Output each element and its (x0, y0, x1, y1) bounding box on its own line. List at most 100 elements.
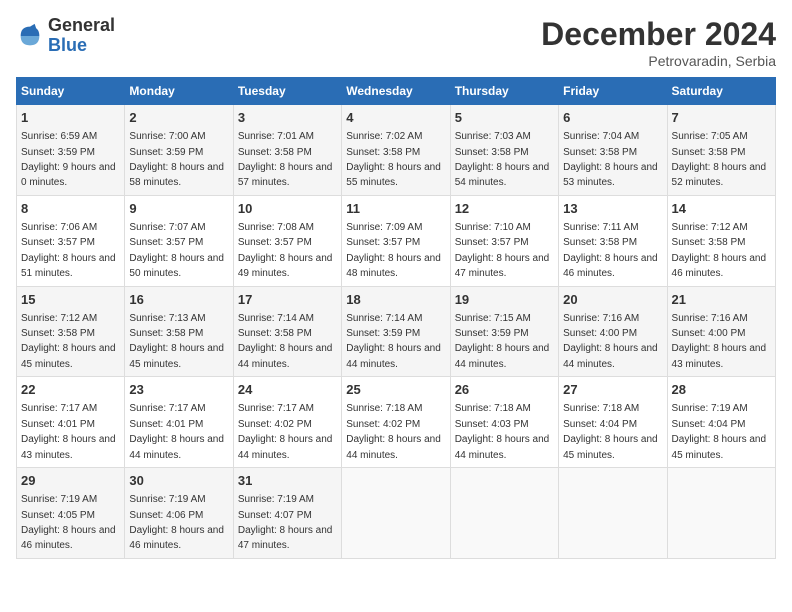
day-cell: 27 Sunrise: 7:18 AMSunset: 4:04 PMDaylig… (559, 377, 667, 468)
day-number: 14 (672, 200, 771, 218)
week-row-2: 8 Sunrise: 7:06 AMSunset: 3:57 PMDayligh… (17, 195, 776, 286)
day-number: 5 (455, 109, 554, 127)
day-cell: 12 Sunrise: 7:10 AMSunset: 3:57 PMDaylig… (450, 195, 558, 286)
day-info: Sunrise: 7:19 AMSunset: 4:05 PMDaylight:… (21, 494, 116, 551)
day-number: 12 (455, 200, 554, 218)
main-title: December 2024 (541, 16, 776, 53)
header-thursday: Thursday (450, 78, 558, 105)
day-number: 30 (129, 472, 228, 490)
day-cell: 8 Sunrise: 7:06 AMSunset: 3:57 PMDayligh… (17, 195, 125, 286)
day-cell (667, 468, 775, 559)
day-number: 20 (563, 291, 662, 309)
day-number: 10 (238, 200, 337, 218)
day-info: Sunrise: 7:02 AMSunset: 3:58 PMDaylight:… (346, 131, 441, 188)
day-cell: 19 Sunrise: 7:15 AMSunset: 3:59 PMDaylig… (450, 286, 558, 377)
logo: General Blue (16, 16, 115, 56)
day-cell (450, 468, 558, 559)
day-number: 8 (21, 200, 120, 218)
day-info: Sunrise: 7:15 AMSunset: 3:59 PMDaylight:… (455, 313, 550, 370)
day-cell: 10 Sunrise: 7:08 AMSunset: 3:57 PMDaylig… (233, 195, 341, 286)
day-info: Sunrise: 7:05 AMSunset: 3:58 PMDaylight:… (672, 131, 767, 188)
day-info: Sunrise: 7:03 AMSunset: 3:58 PMDaylight:… (455, 131, 550, 188)
day-number: 7 (672, 109, 771, 127)
day-number: 29 (21, 472, 120, 490)
day-info: Sunrise: 7:18 AMSunset: 4:04 PMDaylight:… (563, 403, 658, 460)
day-info: Sunrise: 6:59 AMSunset: 3:59 PMDaylight:… (21, 131, 116, 188)
day-number: 19 (455, 291, 554, 309)
header-monday: Monday (125, 78, 233, 105)
calendar-table: SundayMondayTuesdayWednesdayThursdayFrid… (16, 77, 776, 559)
day-info: Sunrise: 7:04 AMSunset: 3:58 PMDaylight:… (563, 131, 658, 188)
day-cell: 13 Sunrise: 7:11 AMSunset: 3:58 PMDaylig… (559, 195, 667, 286)
day-info: Sunrise: 7:17 AMSunset: 4:01 PMDaylight:… (129, 403, 224, 460)
day-info: Sunrise: 7:16 AMSunset: 4:00 PMDaylight:… (672, 313, 767, 370)
day-number: 15 (21, 291, 120, 309)
day-cell: 18 Sunrise: 7:14 AMSunset: 3:59 PMDaylig… (342, 286, 450, 377)
day-cell: 11 Sunrise: 7:09 AMSunset: 3:57 PMDaylig… (342, 195, 450, 286)
header-row: SundayMondayTuesdayWednesdayThursdayFrid… (17, 78, 776, 105)
day-info: Sunrise: 7:17 AMSunset: 4:02 PMDaylight:… (238, 403, 333, 460)
day-cell (559, 468, 667, 559)
day-number: 3 (238, 109, 337, 127)
header-saturday: Saturday (667, 78, 775, 105)
day-cell: 31 Sunrise: 7:19 AMSunset: 4:07 PMDaylig… (233, 468, 341, 559)
day-info: Sunrise: 7:12 AMSunset: 3:58 PMDaylight:… (672, 222, 767, 279)
day-cell: 15 Sunrise: 7:12 AMSunset: 3:58 PMDaylig… (17, 286, 125, 377)
day-info: Sunrise: 7:19 AMSunset: 4:04 PMDaylight:… (672, 403, 767, 460)
logo-blue: Blue (48, 36, 115, 56)
day-cell: 29 Sunrise: 7:19 AMSunset: 4:05 PMDaylig… (17, 468, 125, 559)
day-cell: 2 Sunrise: 7:00 AMSunset: 3:59 PMDayligh… (125, 105, 233, 196)
day-number: 11 (346, 200, 445, 218)
header-sunday: Sunday (17, 78, 125, 105)
day-cell: 17 Sunrise: 7:14 AMSunset: 3:58 PMDaylig… (233, 286, 341, 377)
day-cell: 24 Sunrise: 7:17 AMSunset: 4:02 PMDaylig… (233, 377, 341, 468)
day-number: 23 (129, 381, 228, 399)
day-number: 18 (346, 291, 445, 309)
day-info: Sunrise: 7:13 AMSunset: 3:58 PMDaylight:… (129, 313, 224, 370)
day-info: Sunrise: 7:19 AMSunset: 4:07 PMDaylight:… (238, 494, 333, 551)
week-row-4: 22 Sunrise: 7:17 AMSunset: 4:01 PMDaylig… (17, 377, 776, 468)
day-number: 27 (563, 381, 662, 399)
day-cell: 16 Sunrise: 7:13 AMSunset: 3:58 PMDaylig… (125, 286, 233, 377)
day-cell: 30 Sunrise: 7:19 AMSunset: 4:06 PMDaylig… (125, 468, 233, 559)
day-info: Sunrise: 7:18 AMSunset: 4:02 PMDaylight:… (346, 403, 441, 460)
day-info: Sunrise: 7:07 AMSunset: 3:57 PMDaylight:… (129, 222, 224, 279)
day-cell: 23 Sunrise: 7:17 AMSunset: 4:01 PMDaylig… (125, 377, 233, 468)
day-number: 1 (21, 109, 120, 127)
day-number: 31 (238, 472, 337, 490)
day-number: 2 (129, 109, 228, 127)
day-cell: 7 Sunrise: 7:05 AMSunset: 3:58 PMDayligh… (667, 105, 775, 196)
header-friday: Friday (559, 78, 667, 105)
day-info: Sunrise: 7:17 AMSunset: 4:01 PMDaylight:… (21, 403, 116, 460)
day-cell: 28 Sunrise: 7:19 AMSunset: 4:04 PMDaylig… (667, 377, 775, 468)
day-number: 22 (21, 381, 120, 399)
day-cell: 25 Sunrise: 7:18 AMSunset: 4:02 PMDaylig… (342, 377, 450, 468)
day-number: 13 (563, 200, 662, 218)
logo-icon (16, 22, 44, 50)
day-number: 26 (455, 381, 554, 399)
header-wednesday: Wednesday (342, 78, 450, 105)
day-cell: 1 Sunrise: 6:59 AMSunset: 3:59 PMDayligh… (17, 105, 125, 196)
day-cell: 3 Sunrise: 7:01 AMSunset: 3:58 PMDayligh… (233, 105, 341, 196)
day-cell (342, 468, 450, 559)
day-info: Sunrise: 7:11 AMSunset: 3:58 PMDaylight:… (563, 222, 658, 279)
page-header: General Blue December 2024 Petrovaradin,… (16, 16, 776, 69)
day-info: Sunrise: 7:09 AMSunset: 3:57 PMDaylight:… (346, 222, 441, 279)
week-row-1: 1 Sunrise: 6:59 AMSunset: 3:59 PMDayligh… (17, 105, 776, 196)
day-info: Sunrise: 7:14 AMSunset: 3:59 PMDaylight:… (346, 313, 441, 370)
day-cell: 21 Sunrise: 7:16 AMSunset: 4:00 PMDaylig… (667, 286, 775, 377)
day-info: Sunrise: 7:08 AMSunset: 3:57 PMDaylight:… (238, 222, 333, 279)
day-info: Sunrise: 7:00 AMSunset: 3:59 PMDaylight:… (129, 131, 224, 188)
day-cell: 6 Sunrise: 7:04 AMSunset: 3:58 PMDayligh… (559, 105, 667, 196)
day-info: Sunrise: 7:14 AMSunset: 3:58 PMDaylight:… (238, 313, 333, 370)
subtitle: Petrovaradin, Serbia (541, 53, 776, 69)
day-number: 16 (129, 291, 228, 309)
week-row-5: 29 Sunrise: 7:19 AMSunset: 4:05 PMDaylig… (17, 468, 776, 559)
day-info: Sunrise: 7:12 AMSunset: 3:58 PMDaylight:… (21, 313, 116, 370)
logo-general: General (48, 16, 115, 36)
header-tuesday: Tuesday (233, 78, 341, 105)
day-cell: 9 Sunrise: 7:07 AMSunset: 3:57 PMDayligh… (125, 195, 233, 286)
day-info: Sunrise: 7:19 AMSunset: 4:06 PMDaylight:… (129, 494, 224, 551)
day-info: Sunrise: 7:06 AMSunset: 3:57 PMDaylight:… (21, 222, 116, 279)
day-number: 4 (346, 109, 445, 127)
